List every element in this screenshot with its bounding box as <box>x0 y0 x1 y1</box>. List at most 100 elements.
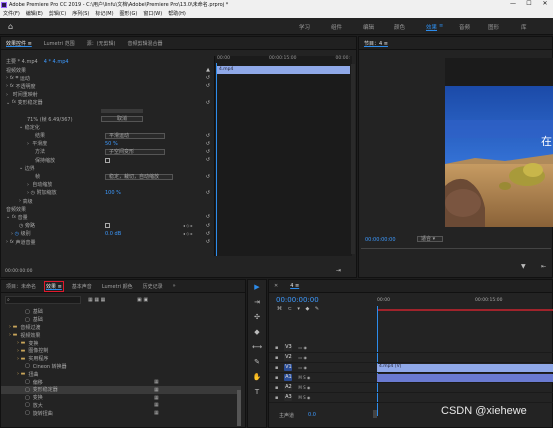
track-name[interactable]: V3 <box>284 344 293 351</box>
tab-lumetri-scopes[interactable]: Lumetri 范围 <box>44 40 75 47</box>
level-value[interactable]: 0.0 dB <box>105 231 121 237</box>
timeline-track[interactable]: ▪ V2 ▭ ◉ <box>269 353 553 363</box>
tab-effects[interactable]: 效果 ≡ <box>44 280 64 292</box>
reset-icon[interactable]: ↺ <box>206 231 210 237</box>
export-icon[interactable]: ⇥ <box>336 267 341 274</box>
track-lock-icon[interactable]: ▪ <box>275 385 278 391</box>
workspace-color[interactable]: 颜色 <box>394 23 405 31</box>
workspace-learn[interactable]: 学习 <box>299 23 310 31</box>
tab-history[interactable]: 历史记录 <box>143 283 163 290</box>
reset-icon[interactable]: ↺ <box>206 100 210 106</box>
timeline-track[interactable]: ▪ V3 ▭ ◉ <box>269 343 553 353</box>
workspace-graphics[interactable]: 图形 <box>488 23 499 31</box>
reset-icon[interactable]: ↺ <box>206 141 210 147</box>
stopwatch-icon[interactable]: ◷ <box>31 190 35 196</box>
ripple-edit-tool-icon[interactable]: ✣ <box>250 313 264 325</box>
expand-chevron-icon[interactable]: › <box>11 231 13 237</box>
video-frame[interactable]: 在 <box>445 58 553 227</box>
tab-source[interactable]: 源：(无剪辑) <box>87 40 116 47</box>
track-name[interactable]: A3 <box>284 394 293 401</box>
opacity-row[interactable]: › fx 不透明度 ↺ <box>1 82 214 90</box>
reset-icon[interactable]: ↺ <box>206 174 210 180</box>
menu-window[interactable]: 窗口(W) <box>140 10 165 17</box>
volume-row[interactable]: ⌄ fx 音量 ↺ <box>1 213 214 221</box>
effects-item[interactable]: ▢ 变形稳定器 ▦ <box>1 385 241 394</box>
menu-sequence[interactable]: 序列(S) <box>69 10 92 17</box>
expand-chevron-icon[interactable]: › <box>27 182 29 188</box>
track-select-tool-icon[interactable]: ⇥ <box>250 298 264 310</box>
effect-controls-timecode[interactable]: 00:00:00:00 <box>5 269 32 274</box>
timeline-track[interactable]: ▪ A1 M S ◉ <box>269 373 553 383</box>
video-clip[interactable]: 4.mp4 [V] <box>377 363 553 372</box>
track-lock-icon[interactable]: ▪ <box>275 375 278 381</box>
track-mute-solo-icon[interactable]: M S ◉ <box>298 385 310 390</box>
stopwatch-icon[interactable]: ◷ <box>15 231 19 237</box>
reset-icon[interactable]: ↺ <box>206 214 210 220</box>
track-name[interactable]: A2 <box>284 384 293 391</box>
effects-item[interactable]: ▢ Cineon 转换器 <box>1 363 241 371</box>
program-scrubber[interactable] <box>361 248 551 252</box>
track-visibility-icon[interactable]: ▭ ◉ <box>298 355 307 360</box>
selection-tool-icon[interactable]: ▶ <box>250 283 264 295</box>
tab-effect-controls[interactable]: 效果控件 ≡ <box>6 40 32 47</box>
expand-chevron-icon[interactable]: › <box>6 83 8 89</box>
effects-item[interactable]: ▢ 基础 <box>1 316 241 324</box>
effects-folder[interactable]: › ▬ 视频效果 <box>1 331 241 339</box>
auto-scale-row[interactable]: › 自动缩放 <box>1 181 214 189</box>
tab-essential-sound[interactable]: 基本声音 <box>72 283 92 290</box>
track-name[interactable]: A1 <box>284 374 293 381</box>
fit-dropdown[interactable]: 适合 ▾ <box>417 236 443 242</box>
workspace-editing[interactable]: 编辑 <box>363 23 374 31</box>
new-bin-icon[interactable]: ▣ ▣ <box>137 297 148 303</box>
menu-graphics[interactable]: 图形(G) <box>117 10 141 17</box>
motion-row[interactable]: › fx ⌗ 运动 ↺ <box>1 74 214 82</box>
effects-folder[interactable]: › ▬ 音频过渡 <box>1 324 241 332</box>
track-lock-icon[interactable]: ▪ <box>275 355 278 361</box>
close-tab-icon[interactable]: ✕ <box>274 283 278 289</box>
reset-icon[interactable]: ↺ <box>206 223 210 229</box>
keep-scale-checkbox[interactable] <box>105 157 110 163</box>
track-visibility-icon[interactable]: ▭ ◉ <box>298 345 307 350</box>
effects-scrollbar[interactable] <box>237 390 241 426</box>
clip-selector[interactable]: 4 * 4.mp4 <box>44 59 69 65</box>
workspace-effects[interactable]: 效果 <box>426 23 438 31</box>
borders-group[interactable]: ⌄ 边界 <box>1 164 214 172</box>
slip-tool-icon[interactable]: ⟷ <box>250 343 264 355</box>
expand-chevron-icon[interactable]: › <box>6 75 8 81</box>
work-area-bar[interactable] <box>377 309 553 311</box>
expand-chevron-icon[interactable]: › <box>27 190 29 196</box>
type-tool-icon[interactable]: T <box>250 388 264 400</box>
expand-chevron-icon[interactable]: › <box>27 141 29 147</box>
reset-icon[interactable]: ↺ <box>206 239 210 245</box>
effects-item[interactable]: ▢ 放大 ▦ <box>1 402 241 410</box>
additional-scale-value[interactable]: 100 % <box>105 190 121 196</box>
expand-chevron-icon[interactable]: › <box>6 92 8 98</box>
workspace-menu-icon[interactable]: ≡ <box>439 23 443 29</box>
scroll-up-icon[interactable]: ▲ <box>206 67 210 73</box>
keyframe-nav-icon[interactable]: ◂ ◇ ▸ <box>183 231 193 236</box>
tab-program[interactable]: 节目：4 ≡ <box>364 40 388 47</box>
mini-playhead[interactable] <box>216 63 217 256</box>
advanced-group[interactable]: › 高级 <box>1 197 214 205</box>
effects-folder[interactable]: › ▬ 图像控制 <box>1 347 241 355</box>
audio-clip[interactable] <box>377 373 553 382</box>
method-dropdown[interactable]: 子空间变形 <box>105 148 165 155</box>
effects-folder[interactable]: › ▬ 扭曲 <box>1 370 241 378</box>
effects-folder[interactable]: › ▬ 变换 <box>1 339 241 347</box>
collapse-chevron-icon[interactable]: ⌄ <box>19 165 23 171</box>
cancel-button[interactable]: 取消 <box>101 116 143 123</box>
reset-icon[interactable]: ↺ <box>206 83 210 89</box>
timeline-ruler[interactable]: 00:00 00:00:15:00 <box>377 296 553 314</box>
menu-clip[interactable]: 剪辑(C) <box>46 10 69 17</box>
reset-icon[interactable]: ↺ <box>206 190 210 196</box>
effects-item[interactable]: ▢ 基础 <box>1 308 241 316</box>
timeline-track[interactable]: ▪ A3 M S ◉ <box>269 393 553 403</box>
tab-audio-clip-mixer[interactable]: 音频剪辑混合器 <box>128 40 163 47</box>
track-lock-icon[interactable]: ▪ <box>275 345 278 351</box>
reset-icon[interactable]: ↺ <box>206 75 210 81</box>
timeline-track[interactable]: ▪ A2 M S ◉ <box>269 383 553 393</box>
menu-file[interactable]: 文件(F) <box>0 10 23 17</box>
result-dropdown[interactable]: 平滑运动 <box>105 132 165 139</box>
menu-help[interactable]: 帮助(H) <box>165 10 189 17</box>
effects-search[interactable]: ⌕ <box>5 296 81 304</box>
